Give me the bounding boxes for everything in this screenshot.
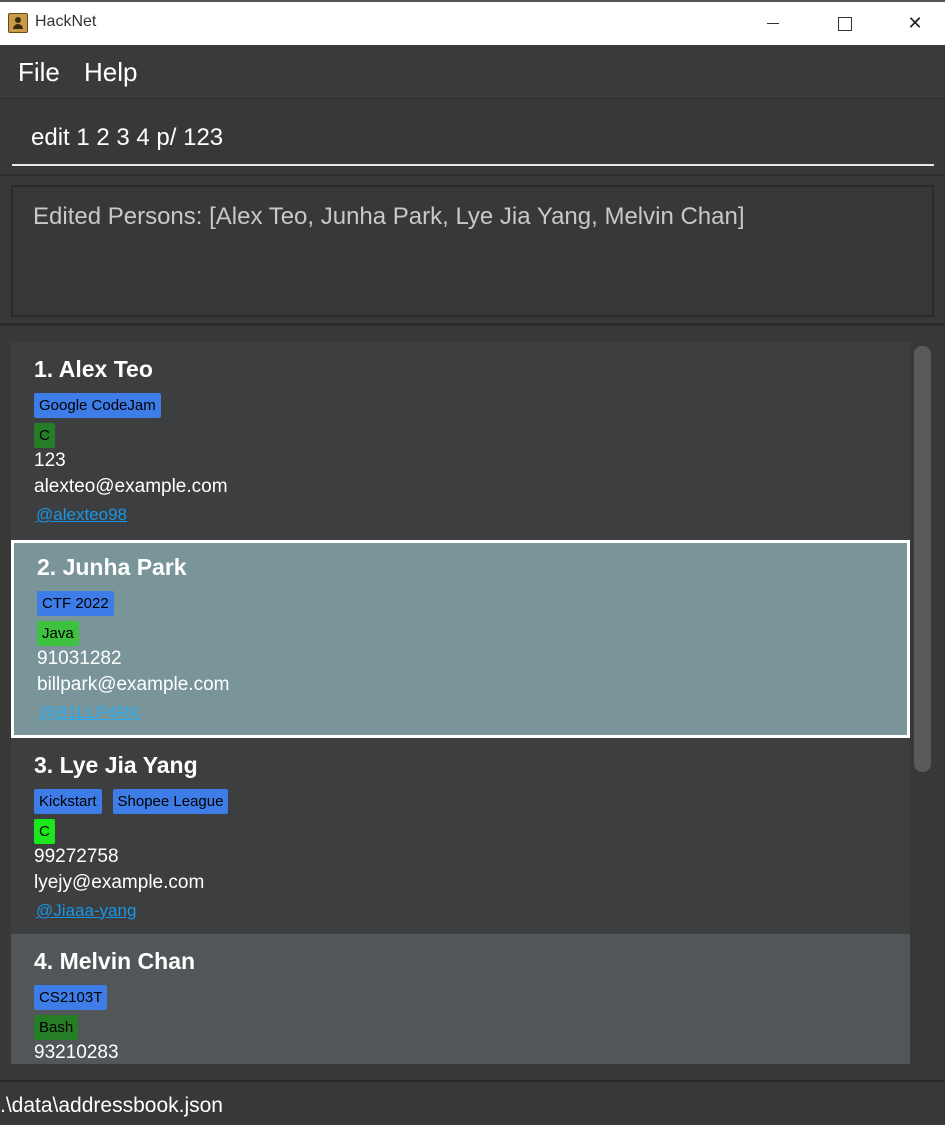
tag-badge: Shopee League	[112, 789, 229, 814]
status-file-path: .\data\addressbook.json	[0, 1094, 223, 1117]
github-link[interactable]: @B1LLP4RK	[39, 703, 140, 723]
person-card[interactable]: 1. Alex Teo Google CodeJam C 123 alexteo…	[11, 342, 910, 540]
language-list: Java	[37, 621, 79, 646]
person-card-selected[interactable]: 2. Junha Park CTF 2022 Java 91031282 bil…	[11, 540, 910, 738]
language-list: Bash	[34, 1015, 79, 1040]
menu-bar: File Help	[0, 45, 945, 99]
maximize-button[interactable]	[822, 2, 868, 45]
person-email: billpark@example.com	[37, 674, 230, 695]
minimize-button[interactable]	[750, 2, 796, 45]
language-badge: Bash	[34, 1015, 79, 1040]
status-bar: .\data\addressbook.json	[0, 1080, 945, 1125]
tag-list: CTF 2022	[37, 591, 114, 616]
close-icon: ✕	[907, 13, 923, 34]
person-phone: 123	[34, 450, 66, 471]
language-badge: C	[34, 819, 55, 844]
tag-list: CS2103T	[34, 985, 108, 1010]
person-phone: 93210283	[34, 1042, 119, 1063]
tag-badge: Google CodeJam	[34, 393, 161, 418]
menu-file[interactable]: File	[18, 57, 60, 88]
result-display[interactable]: Edited Persons: [Alex Teo, Junha Park, L…	[11, 185, 934, 317]
person-card[interactable]: 4. Melvin Chan CS2103T Bash 93210283	[11, 934, 910, 1064]
language-list: C	[34, 819, 55, 844]
command-input[interactable]	[12, 112, 934, 166]
person-email: alexteo@example.com	[34, 476, 228, 497]
github-link[interactable]: @Jiaaa-yang	[36, 901, 136, 921]
language-badge: Java	[37, 621, 79, 646]
person-email: lyejy@example.com	[34, 872, 205, 893]
command-box-area	[0, 100, 945, 176]
tag-badge: CTF 2022	[37, 591, 114, 616]
person-list-panel: 1. Alex Teo Google CodeJam C 123 alexteo…	[0, 328, 945, 1080]
person-name: 1. Alex Teo	[34, 356, 153, 382]
tag-list: Google CodeJam	[34, 393, 161, 418]
person-list[interactable]: 1. Alex Teo Google CodeJam C 123 alexteo…	[11, 342, 910, 1064]
result-display-area: Edited Persons: [Alex Teo, Junha Park, L…	[0, 177, 945, 326]
person-name: 4. Melvin Chan	[34, 948, 196, 974]
title-bar: HackNet ✕	[0, 0, 945, 45]
tag-list: Kickstart Shopee League	[34, 789, 229, 814]
person-name: 2. Junha Park	[37, 554, 187, 580]
minimize-icon	[767, 23, 779, 24]
tag-badge: CS2103T	[34, 985, 108, 1010]
window-title: HackNet	[35, 13, 97, 30]
maximize-icon	[838, 16, 852, 31]
menu-help[interactable]: Help	[84, 57, 137, 88]
person-name: 3. Lye Jia Yang	[34, 752, 198, 778]
person-phone: 91031282	[37, 648, 122, 669]
result-text: Edited Persons: [Alex Teo, Junha Park, L…	[33, 203, 745, 230]
language-badge: C	[34, 423, 55, 448]
person-phone: 99272758	[34, 846, 119, 867]
close-button[interactable]: ✕	[892, 2, 938, 45]
person-card[interactable]: 3. Lye Jia Yang Kickstart Shopee League …	[11, 738, 910, 936]
app-contact-icon	[8, 13, 28, 33]
tag-badge: Kickstart	[34, 789, 102, 814]
github-link[interactable]: @alexteo98	[36, 505, 127, 525]
language-list: C	[34, 423, 55, 448]
list-scrollbar[interactable]	[914, 346, 931, 772]
